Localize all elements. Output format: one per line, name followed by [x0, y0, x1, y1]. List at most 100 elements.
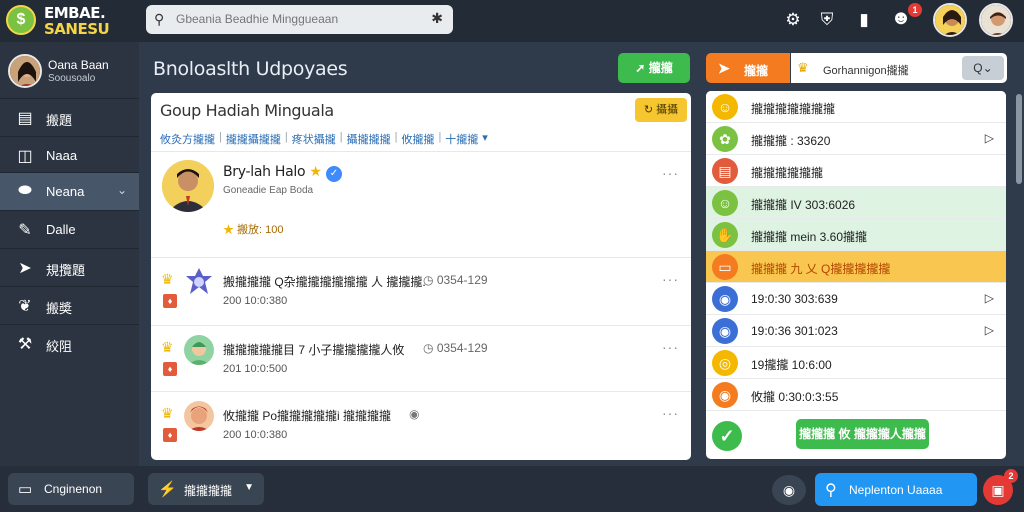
card-title: Goup Hadiah Minguala: [160, 101, 334, 120]
shield-icon[interactable]: ⛨: [816, 10, 838, 30]
group-card: Goup Hadiah Minguala ↻ 攝攝 攸灸方攏攏 | 攏攏攝攏攏 | …: [151, 93, 691, 460]
tab-5[interactable]: 十攏攏: [445, 131, 478, 147]
feed-text: 攸攏攏 Po攏攏攏攏攏i 攏攏攏攏: [223, 409, 392, 423]
list-item[interactable]: ◎ 19攏攏 10:6:00: [706, 347, 1006, 379]
tab-2[interactable]: 疼状攝攏: [292, 131, 336, 147]
sidebar-item-label: 搬題: [46, 113, 73, 128]
sidebar-item-label: Naaa: [46, 148, 78, 163]
sidebar: Oana Baan Soousoalo ▤ 搬題 ◫ Naaa ⬬ Neana …: [0, 42, 139, 466]
search-action-button[interactable]: ⚲ Neplenton Uaaaa: [815, 473, 977, 506]
chevron-right-icon[interactable]: ▷: [985, 323, 994, 337]
list-item[interactable]: ♛ ♦ 攏攏攏攏攏目 7 小子攏攏攏攏人攸 ◷ 0354-129 201 10:…: [151, 329, 691, 393]
list-item[interactable]: ◉ 攸攏 0:30:0:3:55: [706, 379, 1006, 411]
tab-3[interactable]: 攝攏攏攏: [347, 131, 391, 147]
avatar-image: [935, 5, 965, 35]
chevron-down-icon[interactable]: ▾: [482, 131, 488, 147]
chevron-down-icon: ⌄: [116, 183, 127, 197]
primary-action-button[interactable]: ➚ 攏攏: [618, 53, 690, 83]
sidebar-item-0[interactable]: ▤ 搬題: [0, 98, 139, 136]
list-item[interactable]: ✿ 攏攏攏 : 33620 ▷: [706, 123, 1006, 155]
search-input[interactable]: [176, 10, 416, 28]
sidebar-item-1[interactable]: ◫ Naaa: [0, 136, 139, 174]
more-options-icon[interactable]: ···: [662, 165, 679, 181]
divider: [151, 151, 691, 152]
list-item-text: 攏攏攏攏攏攏攏: [751, 102, 836, 116]
list-item[interactable]: ☺ 攏攏攏 IV 303:6026: [706, 187, 1006, 219]
smile-icon: ☺: [712, 94, 738, 120]
feed-status-icon: ◉: [409, 407, 420, 421]
sidebar-item-label: 絞阻: [46, 339, 73, 354]
list-item-text: 攏攏攏攏攏攏: [751, 166, 824, 180]
confirm-button[interactable]: 攏攏攏 攸 攏攏攏人攏攏: [796, 419, 929, 449]
card-action-button[interactable]: ↻ 攝攝: [635, 98, 687, 122]
record-button[interactable]: ◉: [772, 475, 806, 505]
list-item[interactable]: ♛ ♦ 攸攏攏 Po攏攏攏攏攏i 攏攏攏攏 ◉ 200 10:0:380 ···: [151, 395, 691, 459]
divider: [151, 391, 691, 392]
avatar[interactable]: [933, 3, 967, 37]
right-search-button[interactable]: Q⌄: [962, 56, 1004, 80]
feed-time: 200 10:0:380: [223, 295, 288, 307]
user-card[interactable]: Oana Baan Soousoalo: [0, 50, 139, 96]
left-bottom-button[interactable]: ▭ Cnginenon: [8, 473, 134, 505]
orange-action-button[interactable]: ➤ 攏攏: [706, 53, 790, 83]
search-bar[interactable]: ⚲ ✱: [146, 5, 453, 34]
list-item[interactable]: ◉ 19:0:30 303:639 ▷: [706, 283, 1006, 315]
record-icon: ◉: [782, 482, 796, 498]
voice-search-icon[interactable]: ✱: [431, 10, 443, 27]
right-search-bar[interactable]: ♛ Gorhannigon攏攏 Q⌄: [791, 53, 1007, 83]
list-item[interactable]: ✋ 攏攏攏 mein 3.60攏攏: [706, 219, 1006, 251]
scrollbar[interactable]: [1016, 94, 1022, 184]
chevron-right-icon[interactable]: ▷: [985, 291, 994, 305]
more-options-icon[interactable]: ···: [662, 405, 679, 421]
feed-text: 攏攏攏攏攏目 7 小子攏攏攏攏人攸: [223, 343, 405, 357]
list-item[interactable]: ▭ 攏攏攏 九 乂 Q攏攏攏攏攏: [706, 251, 1006, 283]
sidebar-item-5[interactable]: ❦ 搬奬: [0, 286, 139, 324]
verified-icon: ✓: [325, 166, 342, 182]
list-item[interactable]: ♛ ♦ 搬攏攏攏 Q杂攏攏攏攏攏攏 人 攏攏攏. ◷ 0354-129 200 …: [151, 261, 691, 325]
profile-name[interactable]: Bry-lah Halo ★ ✓: [223, 164, 342, 182]
avatar: [184, 267, 214, 297]
search-icon: ⚲: [825, 482, 837, 499]
star-icon: ★: [223, 224, 234, 236]
filter-dropdown[interactable]: ⚡ 攏攏攏攏 ▼: [148, 473, 264, 505]
list-item[interactable]: ▤ 攏攏攏攏攏攏: [706, 155, 1006, 187]
tab-separator: |: [438, 131, 442, 143]
app-logo[interactable]: $ EMBAE. SANESU: [6, 3, 116, 38]
tab-1[interactable]: 攏攏攝攏攏: [226, 131, 281, 147]
chevron-down-icon: ▼: [244, 482, 254, 493]
ticket-icon: ▭: [712, 254, 738, 280]
avatar: [184, 401, 214, 431]
list-item[interactable]: ☺ 攏攏攏攏攏攏攏: [706, 91, 1006, 123]
tab-0[interactable]: 攸灸方攏攏: [160, 131, 215, 147]
badge-icon: ◉: [712, 286, 738, 312]
sidebar-item-label: Neana: [46, 184, 85, 199]
chat-icon[interactable]: ▮: [853, 10, 875, 30]
list-item[interactable]: ◉ 19:0:36 301:023 ▷: [706, 315, 1006, 347]
avatar[interactable]: [979, 3, 1013, 37]
divider: [151, 257, 691, 258]
more-options-icon[interactable]: ···: [662, 339, 679, 355]
top-bar: $ EMBAE. SANESU ⚲ ✱ ⚙ ⛨ ▮ ☻ 1: [0, 0, 1024, 42]
card-action-label: 攝攝: [656, 104, 679, 116]
building-icon: ▤: [17, 110, 33, 127]
category-tag-icon: ♦: [163, 294, 177, 308]
tab-4[interactable]: 攸攏攏: [401, 131, 434, 147]
gear-icon[interactable]: ⚙: [782, 10, 804, 30]
sidebar-item-4[interactable]: ➤ 規攬題: [0, 248, 139, 286]
sidebar-item-3[interactable]: ✎ Dalle: [0, 210, 139, 248]
sidebar-item-2[interactable]: ⬬ Neana ⌄: [0, 172, 139, 210]
profile-avatar[interactable]: [162, 160, 214, 212]
cart-icon: ▣: [991, 482, 1005, 498]
notification-badge: 1: [908, 3, 922, 17]
sidebar-item-6[interactable]: ⚒ 絞阻: [0, 324, 139, 362]
chevron-right-icon[interactable]: ▷: [985, 131, 994, 145]
profile-score: ★ 搬放: 100: [223, 224, 284, 236]
card-icon: ▤: [712, 158, 738, 184]
cart-badge: 2: [1004, 469, 1018, 483]
feed-text: 搬攏攏攏 Q杂攏攏攏攏攏攏 人 攏攏攏.: [223, 275, 426, 289]
wand-icon: ⚡: [158, 481, 177, 498]
page-title: Bnoloaslth Udpoyaes: [153, 58, 348, 80]
list-item-text: 攏攏攏 九 乂 Q攏攏攏攏攏: [751, 262, 891, 276]
sidebar-item-label: 搬奬: [46, 301, 73, 316]
more-options-icon[interactable]: ···: [662, 271, 679, 287]
